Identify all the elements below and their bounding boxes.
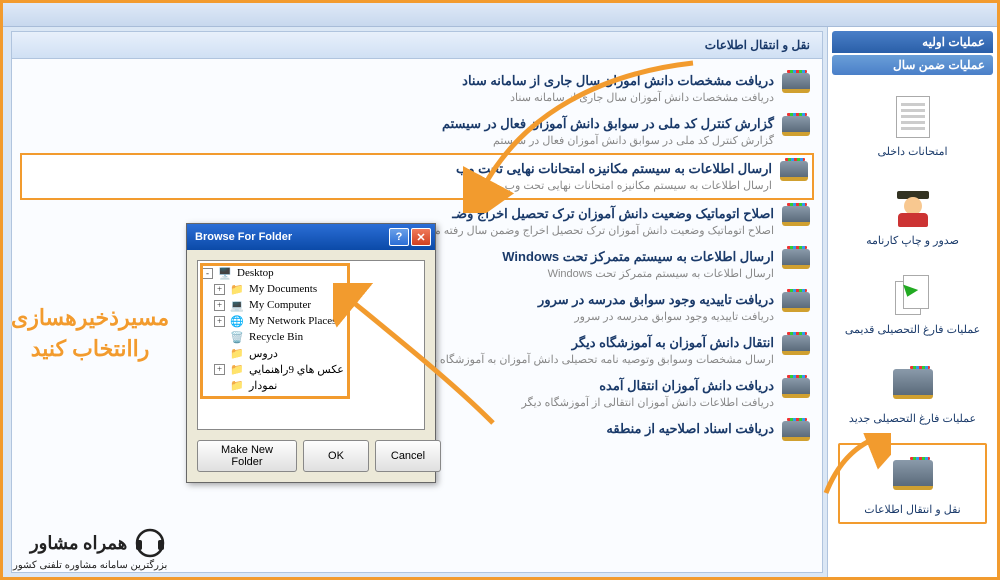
organizer-icon xyxy=(782,292,810,316)
tree-item-folder[interactable]: 📁 دروس xyxy=(202,345,420,361)
computer-icon: 💻 xyxy=(229,298,245,312)
tree-item-label: Recycle Bin xyxy=(249,331,303,343)
tree-item-label: نمودار xyxy=(249,379,277,392)
list-item-desc: دریافت مشخصات دانش آموزان سال جاری از سا… xyxy=(24,91,774,104)
sidebar: عملیات اولیه عملیات ضمن سال امتحانات داخ… xyxy=(827,27,997,577)
document-icon xyxy=(889,93,937,141)
organizer-icon xyxy=(782,206,810,230)
tree-item-label: My Computer xyxy=(249,299,311,311)
list-item-title: گزارش کنترل کد ملی در سوابق دانش آموزان … xyxy=(24,116,774,132)
sidebar-header-secondary: عملیات ضمن سال xyxy=(832,55,993,75)
headset-icon xyxy=(133,526,167,560)
list-item-title: دریافت مشخصات دانش آموزان سال جاری از سا… xyxy=(24,73,774,89)
organizer-icon xyxy=(782,421,810,445)
content-header: نقل و انتقال اطلاعات xyxy=(12,32,822,59)
watermark: همراه مشاور بزرگترین سامانه مشاوره تلفنی… xyxy=(13,526,167,571)
folder-icon: 📁 xyxy=(229,362,245,376)
organizer-icon xyxy=(889,360,937,408)
list-item-title: اصلاح اتوماتیک وضعیت دانش آموزان ترک تحص… xyxy=(24,206,774,222)
dialog-help-button[interactable]: ? xyxy=(389,228,409,246)
recycle-bin-icon: 🗑️ xyxy=(229,330,245,344)
menubar xyxy=(3,3,997,27)
sidebar-item-label: نقل و انتقال اطلاعات xyxy=(864,503,960,516)
sidebar-item-label: صدور و چاپ کارنامه xyxy=(866,234,959,247)
sidebar-item-label: امتحانات داخلی xyxy=(877,145,947,158)
transfer-doc-icon xyxy=(889,271,937,319)
tree-item-my-documents[interactable]: + 📁 My Documents xyxy=(202,281,420,297)
network-icon: 🌐 xyxy=(229,314,245,328)
tree-item-folder[interactable]: + 📁 عكس هاي 9راهنمایي xyxy=(202,361,420,377)
expand-icon[interactable]: + xyxy=(214,300,225,311)
sidebar-header-primary: عملیات اولیه xyxy=(832,31,993,53)
dialog-close-button[interactable]: ✕ xyxy=(411,228,431,246)
expand-icon[interactable]: + xyxy=(214,364,225,375)
watermark-brand: همراه مشاور xyxy=(30,533,127,554)
sidebar-item-data-transfer[interactable]: نقل و انتقال اطلاعات xyxy=(838,443,987,524)
folder-icon: 📁 xyxy=(229,346,245,360)
organizer-icon xyxy=(889,451,937,499)
folder-icon: 📁 xyxy=(229,282,245,296)
ok-button[interactable]: OK xyxy=(303,440,369,472)
browse-for-folder-dialog: Browse For Folder ? ✕ - 🖥️ Desktop + 📁 M… xyxy=(186,223,436,483)
collapse-icon[interactable]: - xyxy=(202,268,213,279)
expand-icon[interactable]: + xyxy=(214,284,225,295)
tree-item-folder[interactable]: 📁 نمودار xyxy=(202,377,420,393)
expand-icon[interactable]: + xyxy=(214,316,225,327)
watermark-tagline: بزرگترین سامانه مشاوره تلفنی کشور xyxy=(13,560,167,571)
graduate-icon xyxy=(889,182,937,230)
organizer-icon xyxy=(782,378,810,402)
organizer-icon xyxy=(782,116,810,140)
organizer-icon xyxy=(782,249,810,273)
dialog-titlebar[interactable]: Browse For Folder ? ✕ xyxy=(187,224,435,250)
organizer-icon xyxy=(782,73,810,97)
sidebar-item-internal-exams[interactable]: امتحانات داخلی xyxy=(838,87,987,164)
desktop-icon: 🖥️ xyxy=(217,266,233,280)
folder-icon: 📁 xyxy=(229,378,245,392)
list-item-desc: گزارش کنترل کد ملی در سوابق دانش آموزان … xyxy=(24,134,774,147)
annotation-line: راانتخاب کنید xyxy=(11,334,169,365)
sidebar-item-graduation-old[interactable]: عملیات فارغ التحصیلی قدیمی xyxy=(838,265,987,342)
annotation-text: مسیرذخیرهسازی راانتخاب کنید xyxy=(11,303,169,365)
folder-tree[interactable]: - 🖥️ Desktop + 📁 My Documents + 💻 My Com… xyxy=(197,260,425,430)
dialog-title: Browse For Folder xyxy=(195,231,292,243)
tree-item-label: My Network Places xyxy=(249,315,336,327)
make-new-folder-button[interactable]: Make New Folder xyxy=(197,440,297,472)
annotation-line: مسیرذخیرهسازی xyxy=(11,303,169,334)
tree-item-label: My Documents xyxy=(249,283,317,295)
tree-item-label: عكس هاي 9راهنمایي xyxy=(249,363,344,376)
list-item[interactable]: گزارش کنترل کد ملی در سوابق دانش آموزان … xyxy=(20,110,814,153)
tree-item-desktop[interactable]: - 🖥️ Desktop xyxy=(202,265,420,281)
organizer-icon xyxy=(782,335,810,359)
list-item[interactable]: دریافت مشخصات دانش آموزان سال جاری از سا… xyxy=(20,67,814,110)
cancel-button[interactable]: Cancel xyxy=(375,440,441,472)
list-item-desc: ارسال اطلاعات به سیستم مکانیزه امتحانات … xyxy=(26,179,772,192)
list-item-title: ارسال اطلاعات به سیستم مکانیزه امتحانات … xyxy=(26,161,772,177)
sidebar-item-label: عملیات فارغ التحصیلی جدید xyxy=(849,412,976,425)
sidebar-item-print-report[interactable]: صدور و چاپ کارنامه xyxy=(838,176,987,253)
tree-item-network-places[interactable]: + 🌐 My Network Places xyxy=(202,313,420,329)
sidebar-item-graduation-new[interactable]: عملیات فارغ التحصیلی جدید xyxy=(838,354,987,431)
sidebar-item-label: عملیات فارغ التحصیلی قدیمی xyxy=(845,323,980,336)
tree-item-label: دروس xyxy=(249,347,278,360)
organizer-icon xyxy=(780,161,808,185)
tree-item-my-computer[interactable]: + 💻 My Computer xyxy=(202,297,420,313)
list-item-send-to-exam-system[interactable]: ارسال اطلاعات به سیستم مکانیزه امتحانات … xyxy=(20,153,814,200)
tree-item-label: Desktop xyxy=(237,267,274,279)
tree-item-recycle-bin[interactable]: 🗑️ Recycle Bin xyxy=(202,329,420,345)
